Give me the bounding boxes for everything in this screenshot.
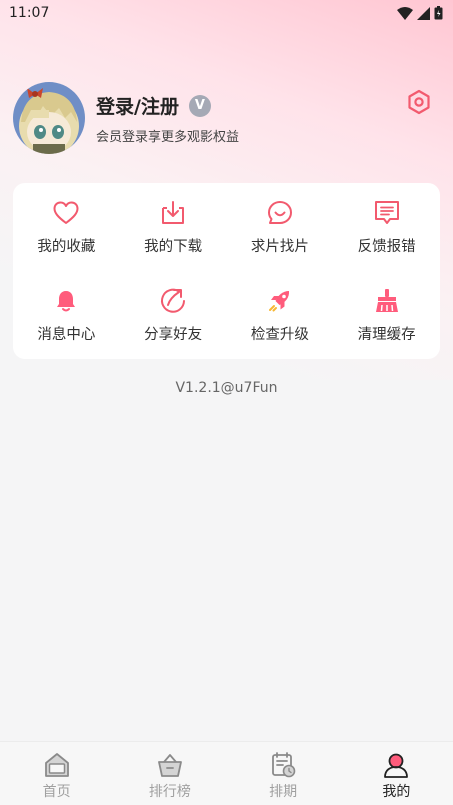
feedback-icon [373,199,401,227]
menu-item-downloads[interactable]: 我的下载 [120,183,227,271]
avatar[interactable] [13,82,85,154]
home-icon [44,753,69,777]
tab-home[interactable]: 首页 [0,742,113,805]
name-row: 登录/注册 V [96,92,239,120]
member-subtitle: 会员登录享更多观影权益 [96,129,240,145]
tab-profile[interactable]: 我的 [340,742,453,805]
profile-icon [384,753,409,778]
status-time: 11:07 [9,5,50,21]
broom-icon [373,287,401,315]
menu-label: 求片找片 [250,239,309,255]
profile-text: 登录/注册 V 会员登录享更多观影权益 [96,92,239,145]
status-icons [397,6,443,20]
download-icon [159,199,187,227]
share-icon [159,287,187,315]
tab-label: 排行榜 [148,784,191,800]
battery-icon [434,6,443,20]
menu-label: 我的收藏 [37,239,96,255]
rocket-icon [266,287,294,315]
menu-item-request-movie[interactable]: 求片找片 [227,183,334,271]
app-version: V1.2.1@u7Fun [175,380,278,396]
settings-button[interactable] [406,89,432,115]
bell-icon [52,287,80,315]
menu-label: 消息中心 [37,327,96,343]
wifi-icon [397,6,413,20]
menu-item-messages[interactable]: 消息中心 [13,271,120,359]
tab-label: 首页 [42,784,71,800]
menu-item-clear-cache[interactable]: 清理缓存 [333,271,440,359]
schedule-icon [272,752,296,778]
menu-item-feedback[interactable]: 反馈报错 [333,183,440,271]
menu-label: 检查升级 [250,327,309,343]
anime-avatar-image [13,82,85,154]
login-register-link[interactable]: 登录/注册 [96,92,179,119]
status-bar: 11:07 [0,0,453,26]
tab-label: 我的 [382,784,411,800]
vip-badge: V [188,94,211,117]
menu-label: 反馈报错 [357,239,416,255]
tab-ranking[interactable]: 排行榜 [113,742,226,805]
ranking-icon [157,754,182,777]
menu-item-favorites[interactable]: 我的收藏 [13,183,120,271]
menu-label: 分享好友 [144,327,203,343]
menu-item-check-update[interactable]: 检查升级 [227,271,334,359]
menu-card: 我的收藏 我的下载 求片找片 反馈报错 消息中心 分享好友 检查升级 清理缓存 [13,183,440,359]
menu-item-share[interactable]: 分享好友 [120,271,227,359]
heart-icon [52,199,80,227]
tab-schedule[interactable]: 排期 [227,742,340,805]
profile-header: 登录/注册 V 会员登录享更多观影权益 [13,82,440,154]
menu-label: 我的下载 [144,239,203,255]
bottom-tab-bar: 首页 排行榜 排期 我的 [0,741,453,805]
menu-label: 清理缓存 [357,327,416,343]
settings-hexagon-icon [408,89,430,115]
tab-label: 排期 [269,784,298,800]
chat-smile-icon [266,199,294,227]
signal-icon [417,6,430,20]
